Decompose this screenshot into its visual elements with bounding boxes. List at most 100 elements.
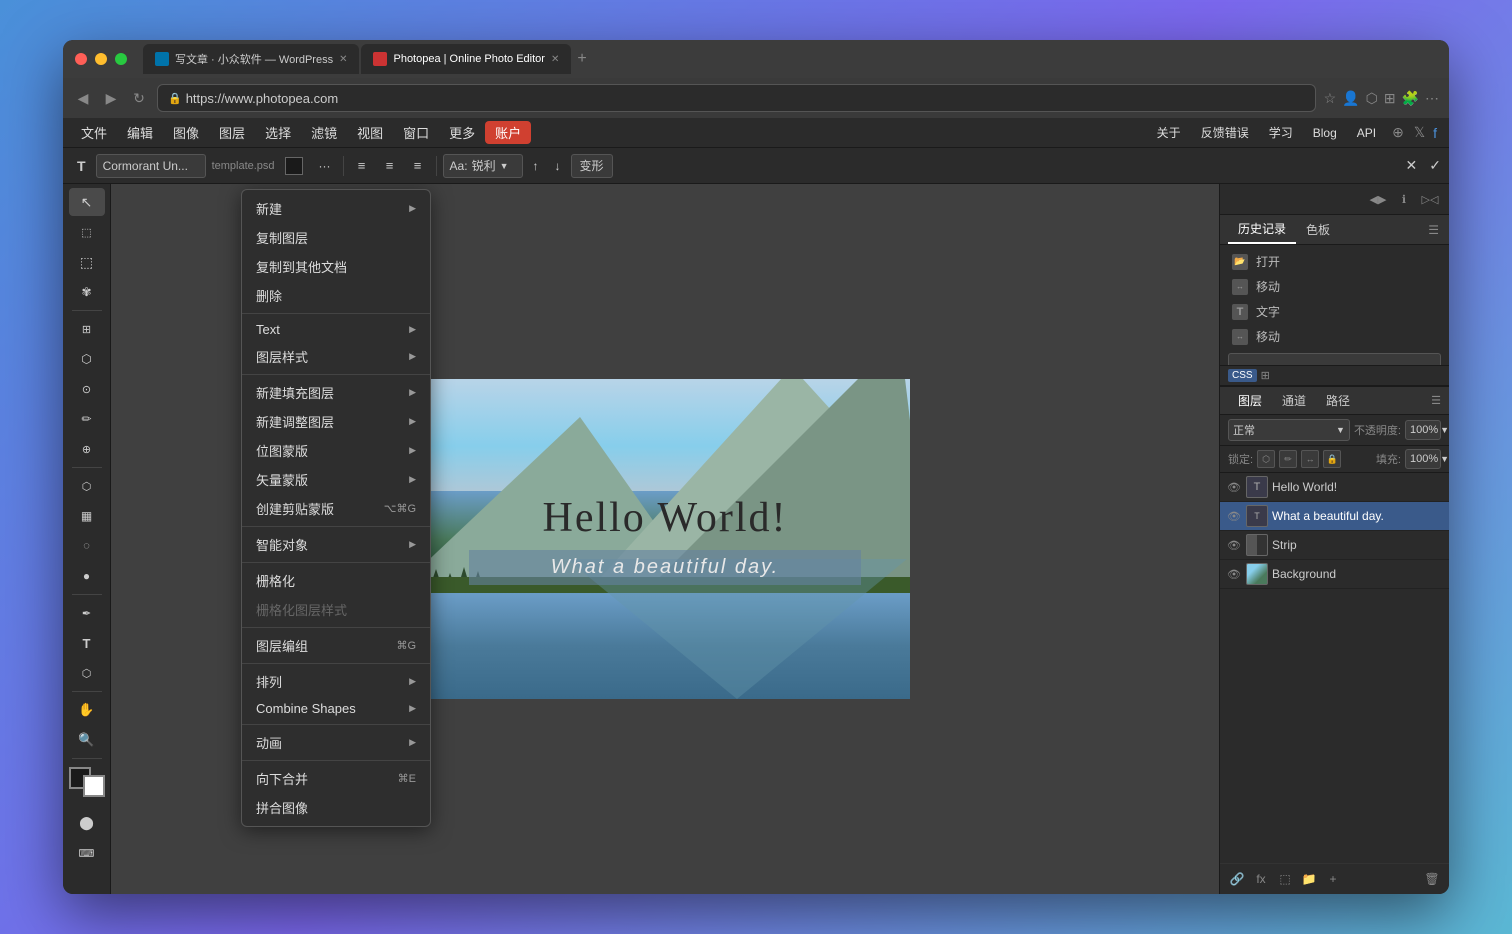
tool-eyedropper[interactable]: ⬡ [69, 345, 105, 373]
expand-icon[interactable]: ▷◁ [1419, 188, 1441, 210]
account-icon[interactable]: 👤 [1342, 90, 1359, 107]
twitter-icon[interactable]: 𝕏 [1414, 124, 1425, 141]
color-swatches[interactable] [69, 767, 105, 797]
layer-hello-eye[interactable]: 👁 [1226, 479, 1242, 495]
tool-clone[interactable]: ⊕ [69, 435, 105, 463]
history-item-move2[interactable]: ↔ 移动 [1220, 324, 1449, 349]
tab-history[interactable]: 历史记录 [1228, 215, 1296, 244]
layer-item-subtitle[interactable]: 👁 T What a beautiful day. [1220, 502, 1449, 531]
ctx-item-create-clip[interactable]: 创建剪贴蒙版 ⌥⌘G [242, 494, 430, 523]
new-group-btn[interactable]: 📁 [1298, 868, 1320, 890]
info-icon[interactable]: ℹ [1393, 188, 1415, 210]
ctx-item-rasterize[interactable]: 栅格化 [242, 566, 430, 595]
menu-blog[interactable]: Blog [1303, 124, 1347, 142]
tab-photopea[interactable]: Photopea | Online Photo Editor ✕ [361, 44, 571, 74]
menu-account[interactable]: 账户 [485, 121, 531, 144]
layer-strip-eye[interactable]: 👁 [1226, 537, 1242, 553]
ctx-item-merge-down[interactable]: 向下合并 ⌘E [242, 764, 430, 793]
history-input[interactable] [1228, 353, 1441, 365]
layer-bg-eye[interactable]: 👁 [1226, 566, 1242, 582]
extensions-icon[interactable]: 🧩 [1402, 90, 1419, 107]
menu-image[interactable]: 图像 [163, 121, 209, 144]
tab-wordpress-close[interactable]: ✕ [339, 54, 347, 65]
cancel-btn[interactable]: ✕ [1406, 157, 1418, 174]
blend-mode-select[interactable]: 正常 ▼ [1228, 419, 1350, 441]
ctx-item-new-fill[interactable]: 新建填充图层 [242, 378, 430, 407]
ctx-item-smart-object[interactable]: 智能对象 [242, 530, 430, 559]
font-size-display[interactable]: Aa: 锐利 ▼ [443, 154, 523, 178]
ctx-item-vector-mask[interactable]: 矢量蒙版 [242, 465, 430, 494]
tool-artboard[interactable]: ⬚ [69, 218, 105, 246]
layer-extra-btn[interactable]: ··· [313, 154, 337, 178]
opacity-value[interactable]: 100% ▼ [1405, 420, 1441, 440]
layer-style-btn[interactable]: fx [1250, 868, 1272, 890]
new-tab-button[interactable]: + [577, 50, 586, 68]
context-menu-overlay[interactable]: 新建 复制图层 复制到其他文档 删除 Text [111, 184, 1219, 894]
menu-learn[interactable]: 学习 [1259, 122, 1303, 143]
tab-photopea-close[interactable]: ✕ [551, 54, 559, 65]
menu-api[interactable]: API [1347, 124, 1386, 142]
panel-menu-icon[interactable]: ☰ [1426, 221, 1441, 239]
layers-menu-icon[interactable]: ☰ [1431, 394, 1441, 407]
menu-filter[interactable]: 滤镜 [301, 121, 347, 144]
confirm-btn[interactable]: ✓ [1429, 157, 1441, 174]
font-name-display[interactable]: Cormorant Un... [96, 154, 206, 178]
address-input[interactable]: 🔒 https://www.photopea.com [157, 84, 1316, 112]
tab-wordpress[interactable]: 写文章 · 小众软件 — WordPress ✕ [143, 44, 359, 74]
ctx-item-delete[interactable]: 删除 [242, 281, 430, 310]
tab-swatches[interactable]: 色板 [1296, 216, 1340, 243]
layer-item-strip[interactable]: 👁 Strip [1220, 531, 1449, 560]
css-icon[interactable]: ⊞ [1261, 369, 1270, 382]
tool-brush[interactable]: ✏ [69, 405, 105, 433]
ctx-item-new-adjustment[interactable]: 新建调整图层 [242, 407, 430, 436]
ctx-item-copy-layer[interactable]: 复制图层 [242, 223, 430, 252]
menu-icon[interactable]: ⋯ [1425, 90, 1439, 107]
ctx-item-copy-doc[interactable]: 复制到其他文档 [242, 252, 430, 281]
menu-about[interactable]: 关于 [1147, 122, 1191, 143]
ctx-item-layer-style[interactable]: 图层样式 [242, 342, 430, 371]
tool-shape[interactable]: ⬡ [69, 659, 105, 687]
canvas-area[interactable]: Hello World! What a beautiful day. 新建 复制… [111, 184, 1219, 894]
link-layers-btn[interactable]: 🔗 [1226, 868, 1248, 890]
menu-window[interactable]: 窗口 [393, 121, 439, 144]
menu-edit[interactable]: 编辑 [117, 121, 163, 144]
size-up-btn[interactable]: ↑ [527, 154, 545, 178]
minimize-button[interactable] [95, 53, 107, 65]
maximize-button[interactable] [115, 53, 127, 65]
tool-spot-heal[interactable]: ⊙ [69, 375, 105, 403]
background-color[interactable] [83, 775, 105, 797]
history-item-move1[interactable]: ↔ 移动 [1220, 274, 1449, 299]
history-item-text[interactable]: T 文字 [1220, 299, 1449, 324]
tool-gradient[interactable]: ▦ [69, 502, 105, 530]
tool-blur[interactable]: ◌ [69, 532, 105, 560]
tab-channels[interactable]: 通道 [1272, 387, 1316, 414]
size-down-btn[interactable]: ↓ [549, 154, 567, 178]
tool-lasso[interactable]: ✾ [69, 278, 105, 306]
ctx-item-arrange[interactable]: 排列 [242, 667, 430, 696]
warp-btn[interactable]: 变形 [571, 154, 613, 178]
layer-item-bg[interactable]: 👁 Background [1220, 560, 1449, 589]
color-swatch-btn[interactable] [279, 154, 309, 178]
close-button[interactable] [75, 53, 87, 65]
facebook-icon[interactable]: f [1433, 125, 1437, 141]
align-center-btn[interactable]: ≡ [378, 154, 402, 178]
menu-more[interactable]: 更多 [439, 121, 485, 144]
lock-position-btn[interactable]: ↔ [1301, 450, 1319, 468]
layer-mask-btn[interactable]: ⬚ [1274, 868, 1296, 890]
reader-icon[interactable]: ⊞ [1384, 90, 1396, 107]
ctx-item-group[interactable]: 图层编组 ⌘G [242, 631, 430, 660]
tab-layers[interactable]: 图层 [1228, 387, 1272, 414]
layer-item-hello[interactable]: 👁 T Hello World! [1220, 473, 1449, 502]
bookmark-icon[interactable]: ☆ [1324, 90, 1337, 107]
tool-crop[interactable]: ⊞ [69, 315, 105, 343]
share-icon[interactable]: ⬡ [1366, 90, 1378, 107]
arrow-icon[interactable]: ◀▶ [1367, 188, 1389, 210]
align-right-btn[interactable]: ≡ [406, 154, 430, 178]
forward-button[interactable]: ▶ [101, 88, 121, 108]
ctx-item-new[interactable]: 新建 [242, 194, 430, 223]
menu-feedback[interactable]: 反馈错误 [1191, 122, 1259, 143]
menu-file[interactable]: 文件 [71, 121, 117, 144]
menu-layer[interactable]: 图层 [209, 121, 255, 144]
tool-marquee[interactable]: ⬚ [69, 248, 105, 276]
tool-keyboard[interactable]: ⌨ [69, 839, 105, 867]
